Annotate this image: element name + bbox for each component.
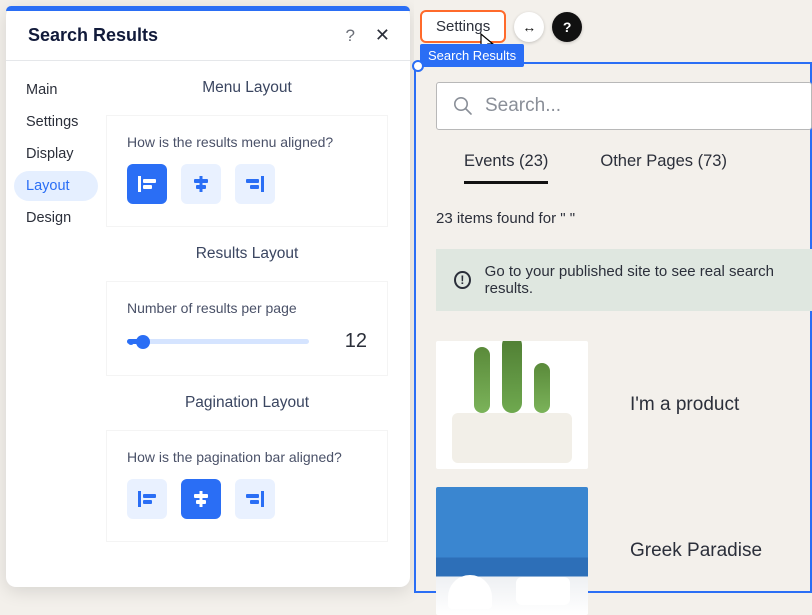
pagination-layout-section: Pagination Layout How is the pagination … — [106, 394, 388, 542]
notice-text: Go to your published site to see real se… — [485, 263, 794, 297]
results-per-page-label: Number of results per page — [127, 300, 367, 316]
search-icon — [453, 96, 473, 116]
results-slider[interactable] — [127, 339, 309, 344]
panel-body: Main Settings Display Layout Design Menu… — [6, 61, 410, 587]
align-left-icon — [138, 491, 156, 507]
results-layout-title: Results Layout — [106, 245, 388, 263]
element-action-bar: Settings ↔ ? — [420, 10, 582, 43]
results-per-page-value: 12 — [327, 330, 367, 353]
align-left-button[interactable] — [127, 164, 167, 204]
align-right-icon — [246, 176, 264, 192]
pagination-layout-title: Pagination Layout — [106, 394, 388, 412]
side-tab-main[interactable]: Main — [14, 75, 98, 105]
menu-layout-section: Menu Layout How is the results menu alig… — [106, 79, 388, 227]
side-tab-display[interactable]: Display — [14, 139, 98, 169]
result-title: I'm a product — [630, 394, 739, 416]
search-input[interactable]: Search... — [436, 82, 812, 130]
align-center-button[interactable] — [181, 164, 221, 204]
help-bubble-icon[interactable]: ? — [552, 12, 582, 42]
pagination-align-left-button[interactable] — [127, 479, 167, 519]
panel-header-actions: ? ✕ — [345, 25, 390, 46]
results-tabs: Events (23) Other Pages (73) — [436, 152, 812, 184]
slider-thumb[interactable] — [136, 335, 150, 349]
side-tabs: Main Settings Display Layout Design — [6, 61, 106, 587]
side-tab-design[interactable]: Design — [14, 203, 98, 233]
items-found-text: 23 items found for " " — [436, 210, 812, 227]
align-right-icon — [246, 491, 264, 507]
pagination-align-right-button[interactable] — [235, 479, 275, 519]
panel-content: Menu Layout How is the results menu alig… — [106, 61, 410, 587]
result-row[interactable]: Greek Paradise — [436, 487, 812, 615]
close-icon[interactable]: ✕ — [375, 25, 390, 46]
slider-start-dot — [128, 339, 134, 345]
result-thumbnail — [436, 487, 588, 615]
preview-notice: ! Go to your published site to see real … — [436, 249, 812, 311]
side-tab-settings[interactable]: Settings — [14, 107, 98, 137]
info-icon: ! — [454, 271, 471, 289]
pagination-alignment-options — [127, 479, 367, 519]
panel-header: Search Results ? ✕ — [6, 11, 410, 61]
menu-layout-title: Menu Layout — [106, 79, 388, 97]
pagination-align-center-button[interactable] — [181, 479, 221, 519]
align-center-icon — [192, 176, 210, 192]
pagination-alignment-label: How is the pagination bar aligned? — [127, 449, 367, 465]
settings-panel: Search Results ? ✕ Main Settings Display… — [6, 6, 410, 587]
results-layout-section: Results Layout Number of results per pag… — [106, 245, 388, 376]
result-row[interactable]: I'm a product — [436, 341, 812, 469]
result-thumbnail — [436, 341, 588, 469]
menu-alignment-options — [127, 164, 367, 204]
result-title: Greek Paradise — [630, 540, 762, 562]
pagination-layout-card: How is the pagination bar aligned? — [106, 430, 388, 542]
menu-layout-card: How is the results menu aligned? — [106, 115, 388, 227]
stretch-icon[interactable]: ↔ — [514, 12, 544, 42]
align-right-button[interactable] — [235, 164, 275, 204]
side-tab-layout[interactable]: Layout — [14, 171, 98, 201]
editor-canvas: Settings ↔ ? Search Results Search... Ev… — [414, 0, 812, 593]
results-per-page-control: 12 — [127, 330, 367, 353]
menu-alignment-label: How is the results menu aligned? — [127, 134, 367, 150]
search-placeholder: Search... — [485, 95, 561, 117]
tab-other-pages[interactable]: Other Pages (73) — [600, 152, 727, 184]
panel-title: Search Results — [28, 25, 158, 46]
help-icon[interactable]: ? — [345, 26, 354, 46]
align-center-icon — [192, 491, 210, 507]
results-layout-card: Number of results per page 12 — [106, 281, 388, 376]
align-left-icon — [138, 176, 156, 192]
tab-events[interactable]: Events (23) — [464, 152, 548, 184]
search-results-preview: Search... Events (23) Other Pages (73) 2… — [436, 82, 812, 593]
element-settings-button[interactable]: Settings — [420, 10, 506, 43]
